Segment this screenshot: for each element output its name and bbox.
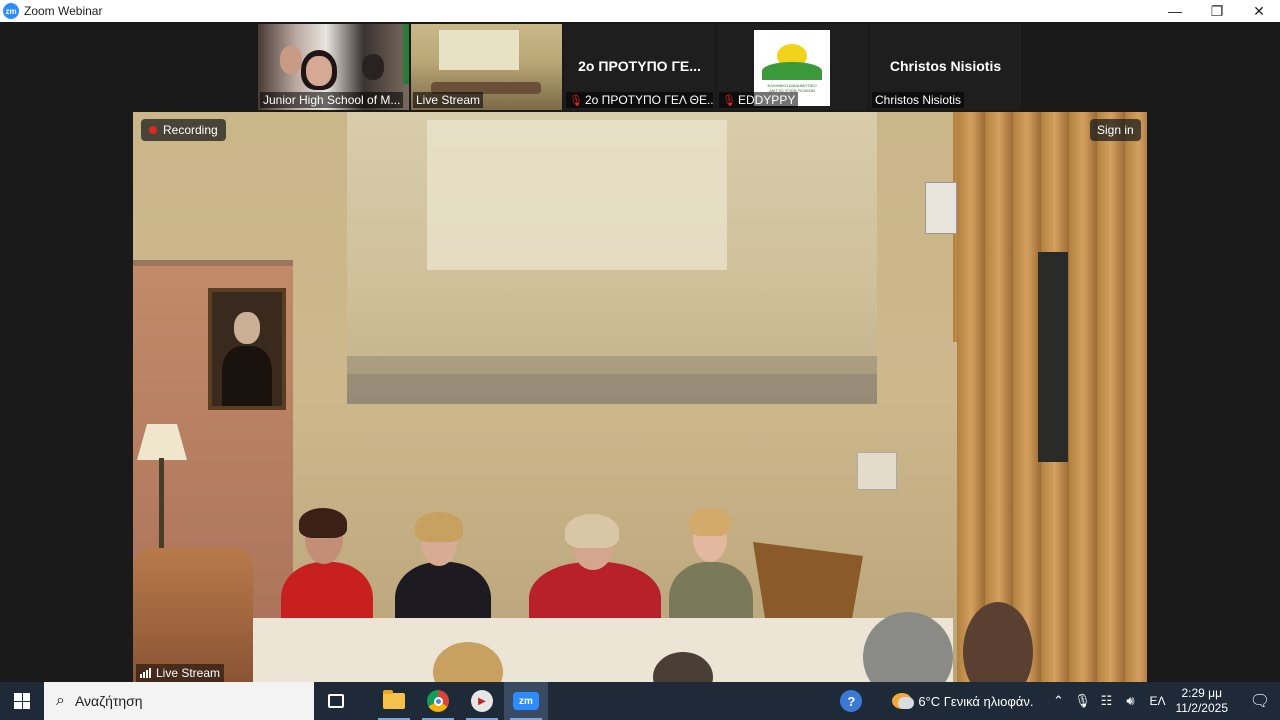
participant-tile[interactable]: 2ο ΠΡΟΤΥΠΟ ΓΕ... 🎙︎ 2ο ΠΡΟΤΥΠΟ ΓΕΛ ΘΕ... [564, 24, 715, 110]
participant-display-name: Christos Nisiotis [889, 58, 1002, 74]
main-video-stream[interactable] [133, 112, 1147, 682]
recording-indicator[interactable]: Recording [141, 119, 226, 141]
participant-name-label: 🎙︎ 2ο ΠΡΟΤΥΠΟ ΓΕΛ ΘΕ... [566, 92, 713, 108]
window-controls: — ❐ ✕ [1154, 0, 1280, 22]
participant-tile[interactable]: Junior High School of M... [258, 24, 409, 110]
window-titlebar: zm Zoom Webinar — ❐ ✕ [0, 0, 1280, 22]
taskbar-search[interactable]: ⌕ Αναζήτηση [44, 682, 314, 720]
search-placeholder: Αναζήτηση [74, 693, 143, 709]
folder-icon [383, 690, 405, 709]
mic-muted-icon: 🎙︎ [569, 94, 583, 107]
microphone-icon[interactable]: 🎙︎ [1071, 693, 1093, 709]
sign-in-button[interactable]: Sign in [1090, 119, 1141, 141]
search-icon: ⌕ [56, 692, 65, 709]
projection-screen [347, 112, 877, 404]
live-stream-label: Live Stream [136, 664, 225, 682]
signal-bars-icon [140, 668, 151, 678]
participant-name-label: Live Stream [413, 92, 484, 108]
restore-button[interactable]: ❐ [1196, 0, 1238, 22]
volume-icon[interactable]: 🔊︎ [1119, 693, 1141, 709]
system-tray: ? 6°C Γενικά ηλιοφάν. ⌃ 🎙︎ ☷ 🔊︎ ΕΛ 2:29 … [840, 682, 1280, 720]
mic-muted-icon: 🎙︎ [722, 94, 736, 107]
media-player-button[interactable]: ▶ [460, 682, 504, 720]
play-icon: ▶ [471, 690, 493, 712]
clock-date: 11/2/2025 [1175, 701, 1229, 715]
clock[interactable]: 2:29 μμ 11/2/2025 [1176, 686, 1229, 716]
recording-dot-icon [149, 126, 157, 134]
window-title: Zoom Webinar [24, 4, 103, 18]
wall-portrait [208, 288, 286, 410]
file-explorer-button[interactable] [372, 682, 416, 720]
participant-name-label: Junior High School of M... [260, 92, 404, 108]
participant-display-name: 2ο ΠΡΟΤΥΠΟ ΓΕ... [578, 58, 701, 74]
zoom-taskbar-button[interactable]: zm [504, 682, 548, 720]
task-view-button[interactable] [314, 682, 358, 720]
participant-tile[interactable]: Christos Nisiotis Christos Nisiotis [870, 24, 1021, 110]
weather-widget[interactable]: 6°C Γενικά ηλιοφάν. [892, 693, 1033, 709]
task-view-icon [328, 694, 344, 708]
windows-logo-icon [14, 693, 30, 709]
help-icon[interactable]: ? [840, 690, 863, 712]
notification-icon[interactable]: 🗨︎ [1240, 691, 1280, 711]
participant-name-label: 🎙︎ EDDYPPY [719, 92, 799, 108]
panel-table [253, 618, 953, 682]
chevron-up-icon[interactable]: ⌃ [1047, 693, 1069, 709]
weather-icon [892, 693, 915, 709]
close-button[interactable]: ✕ [1238, 0, 1280, 22]
clock-time: 2:29 μμ [1181, 686, 1223, 700]
participant-tile-active[interactable]: Live Stream [411, 24, 562, 110]
minimize-button[interactable]: — [1154, 0, 1196, 22]
windows-taskbar: ⌕ Αναζήτηση ▶ zm ? 6°C Γενικά ηλιοφάν. ⌃… [0, 682, 1280, 720]
participant-tile[interactable]: ΕΛΛΗΝΙΚΟ ΔΙΑΔΗΜΟΤΙΚΟ ΔΙΚΤΥΟ ΥΓΙΩΝ ΠΟΛΕΩΝ … [717, 24, 868, 110]
meeting-area: Junior High School of M... Live Stream 2… [0, 22, 1280, 682]
language-indicator[interactable]: ΕΛ [1149, 694, 1165, 708]
start-button[interactable] [0, 682, 44, 720]
chrome-icon [427, 690, 449, 712]
participant-thumbnail-strip: Junior High School of M... Live Stream 2… [258, 24, 1021, 110]
chrome-button[interactable] [416, 682, 460, 720]
zoom-icon: zm [513, 692, 539, 710]
network-icon[interactable]: ☷ [1095, 693, 1117, 709]
zoom-logo-icon: zm [3, 3, 19, 19]
participant-name-label: Christos Nisiotis [872, 92, 965, 108]
